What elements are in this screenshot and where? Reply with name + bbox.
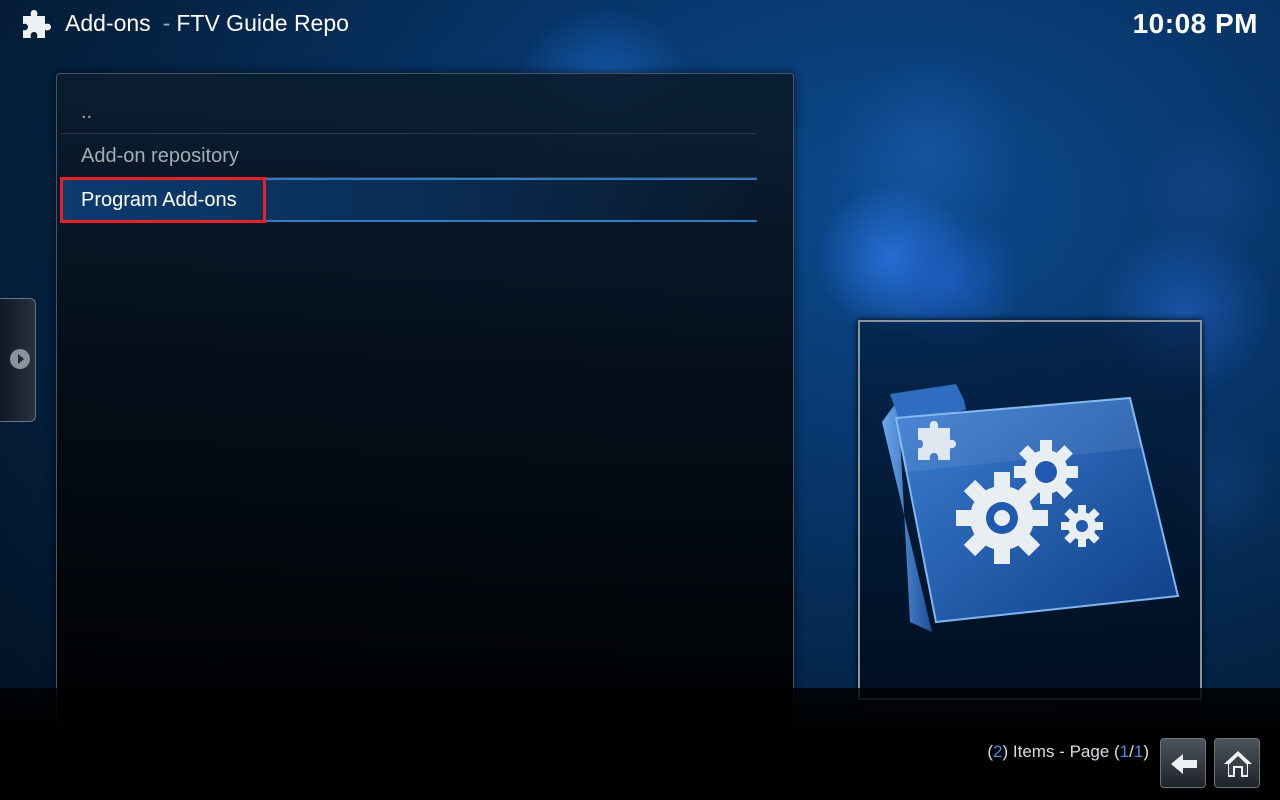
back-button[interactable] — [1160, 738, 1206, 788]
bokeh-light — [1135, 118, 1280, 263]
list-item-label: Program Add-ons — [81, 189, 237, 211]
list-item-label: Add-on repository — [81, 145, 239, 167]
section-title: Add-ons — [65, 10, 151, 36]
items-close-paren: ) — [1143, 742, 1149, 761]
file-list-panel: .. Add-on repository Program Add-ons — [56, 73, 794, 727]
header-title-row: Add-ons - FTV Guide Repo — [65, 10, 349, 37]
thumbnail-frame — [858, 320, 1202, 700]
list-item-addon-repository[interactable]: Add-on repository — [61, 134, 757, 178]
side-menu-tab[interactable] — [0, 298, 36, 422]
items-page-info: (2) Items - Page (1/1) — [987, 742, 1149, 762]
section-subtitle: FTV Guide Repo — [176, 10, 349, 36]
program-addons-folder-icon — [882, 384, 1180, 632]
items-label: ) Items - Page ( — [1002, 742, 1120, 761]
home-icon — [1224, 751, 1252, 777]
list-item-label: .. — [81, 101, 93, 123]
page-total: 1 — [1133, 742, 1144, 761]
bokeh-light — [818, 184, 968, 334]
list-item-program-addons[interactable]: Program Add-ons — [61, 178, 757, 222]
clock: 10:08 PM — [1132, 8, 1258, 39]
list-item-parent[interactable]: .. — [61, 90, 757, 134]
panel-reflection — [56, 731, 794, 800]
header-bar: Add-ons - FTV Guide Repo 10:08 PM — [0, 0, 1280, 50]
title-separator: - — [162, 10, 171, 36]
page-current: 1 — [1119, 742, 1130, 761]
play-arrow-icon — [10, 349, 30, 369]
back-arrow-icon — [1171, 754, 1197, 774]
items-count: 2 — [993, 742, 1003, 761]
bokeh-light — [836, 60, 1021, 245]
home-button[interactable] — [1214, 738, 1260, 788]
puzzle-icon — [23, 10, 51, 38]
